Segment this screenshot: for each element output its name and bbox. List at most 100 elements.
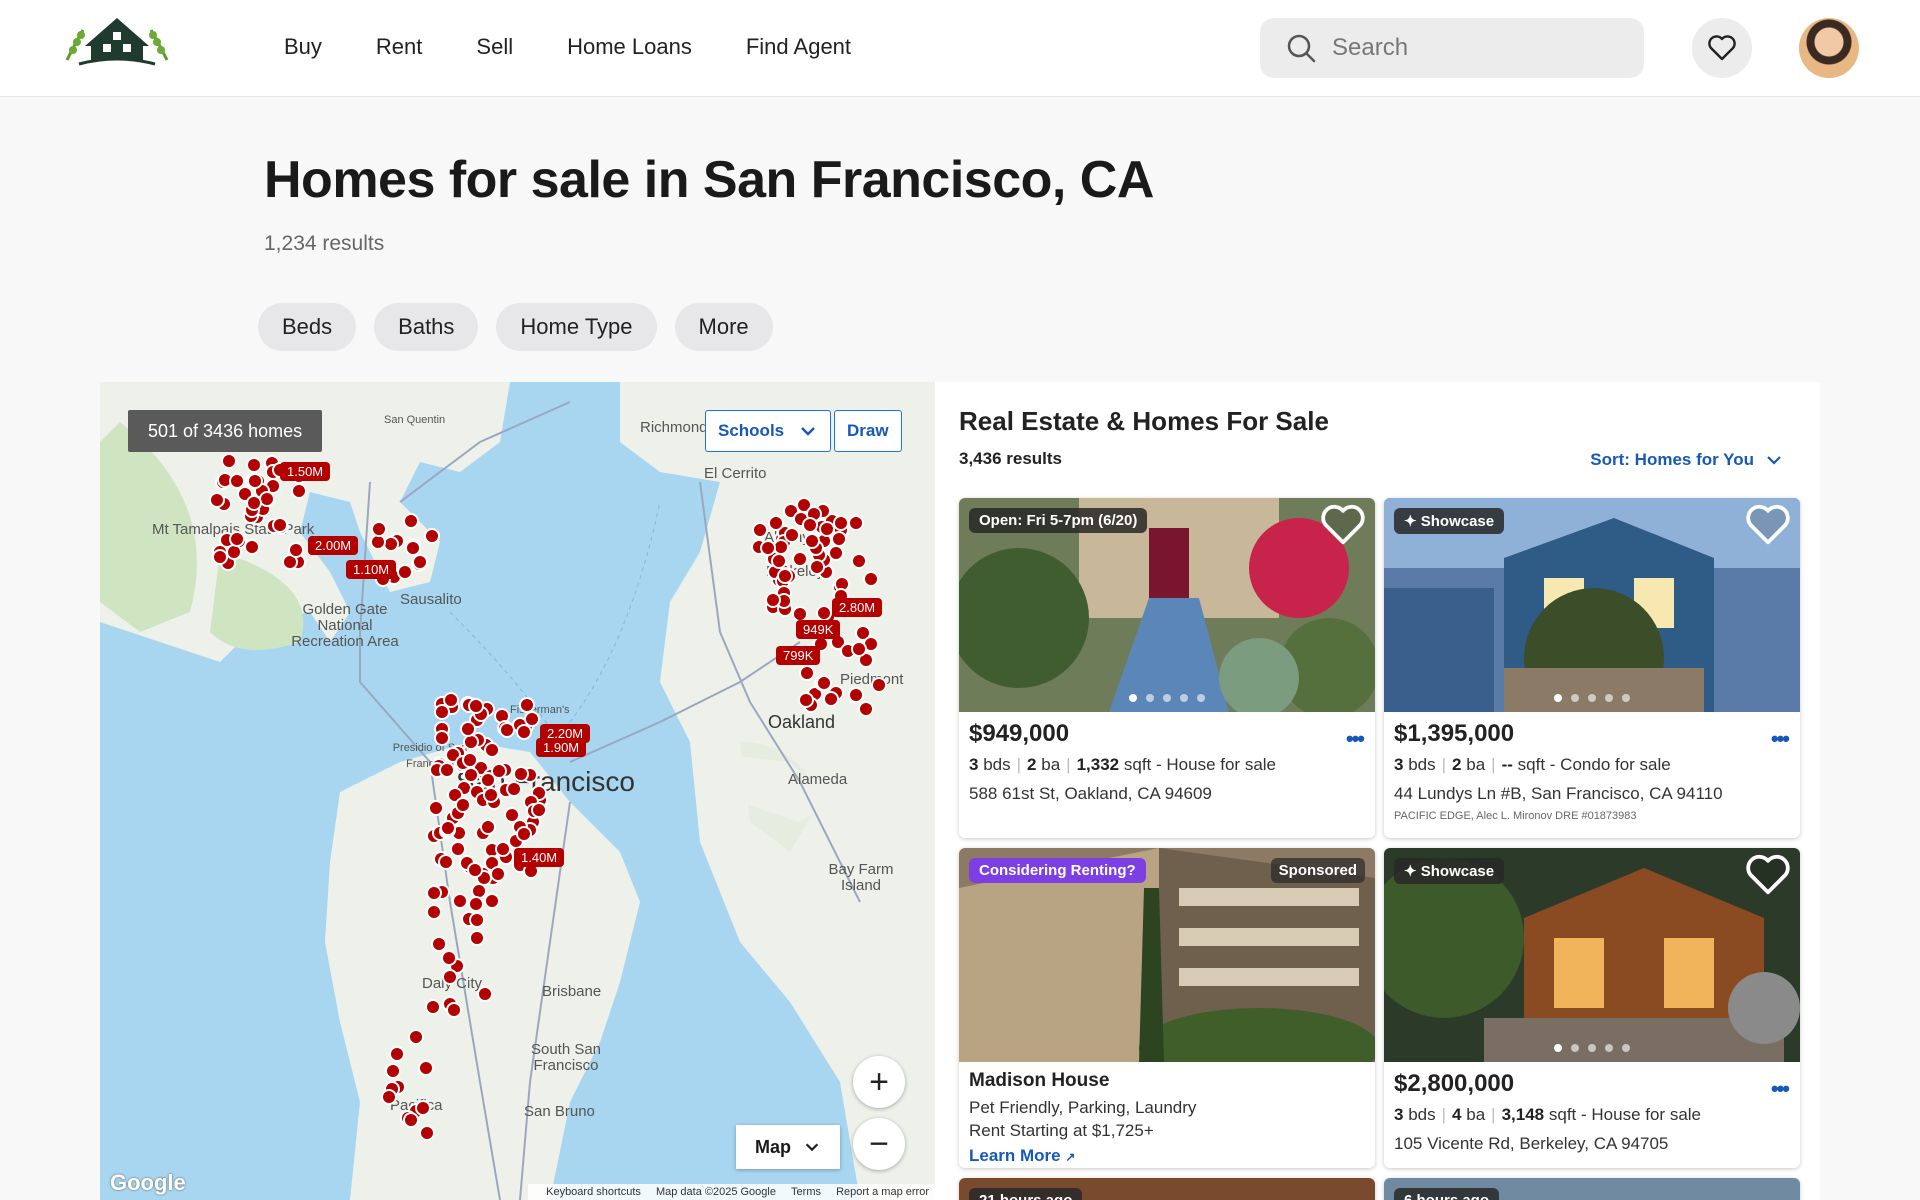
price-marker[interactable]: 1.90M [536,738,587,757]
listing-pin[interactable] [490,866,506,882]
price-marker[interactable]: 2.80M [832,598,883,617]
listing-pin[interactable] [484,742,500,758]
listing-pin[interactable] [460,721,476,737]
listing-pin[interactable] [424,528,440,544]
price-marker[interactable]: 1.10M [346,560,397,579]
listing-pin[interactable] [247,473,263,489]
listing-pin[interactable] [272,517,288,533]
nav-buy[interactable]: Buy [284,34,322,60]
listing-pin[interactable] [531,802,547,818]
listing-pin[interactable] [434,730,450,746]
price-marker[interactable]: 799K [776,646,821,665]
price-marker[interactable]: 949K [796,620,841,639]
user-avatar[interactable] [1799,18,1859,78]
learn-more-link[interactable]: Learn More ↗ [969,1146,1075,1166]
favorites-button[interactable] [1692,18,1752,78]
price-marker[interactable]: 2.00M [308,536,359,555]
listing-pin[interactable] [246,495,262,511]
listing-pin[interactable] [389,1046,405,1062]
price-marker[interactable]: 1.50M [280,462,331,481]
filter-beds[interactable]: Beds [258,303,357,351]
nav-find-agent[interactable]: Find Agent [746,34,851,60]
report-error-link[interactable]: Report a map error [836,1186,929,1198]
nav-home-loans[interactable]: Home Loans [567,34,692,60]
listing-pin[interactable] [477,986,493,1002]
listing-pin[interactable] [469,930,485,946]
price-marker[interactable]: 1.40M [514,848,565,867]
listing-pin[interactable] [408,1029,424,1045]
filter-home-type[interactable]: Home Type [496,303,657,351]
listing-pin[interactable] [428,800,444,816]
save-heart-icon[interactable] [1746,504,1790,546]
listing-pin[interactable] [816,605,832,621]
listing-pin[interactable] [491,763,507,779]
listing-pin[interactable] [506,781,522,797]
listing-pin[interactable] [381,1089,397,1105]
listing-pin[interactable] [809,559,825,575]
listing-pin[interactable] [823,691,839,707]
listing-pin[interactable] [385,1063,401,1079]
map-panel[interactable]: Mt Tamalpais State Park Golden Gate Nati… [100,382,935,1200]
listing-pin[interactable] [848,515,864,531]
listing-pin[interactable] [440,820,456,836]
listing-pin[interactable] [784,527,800,543]
listing-pin[interactable] [768,515,784,531]
listing-pin[interactable] [468,698,484,714]
listing-pin[interactable] [438,854,454,870]
listing-pin[interactable] [799,665,815,681]
listing-pin[interactable] [419,1125,435,1141]
listing-pin[interactable] [439,762,455,778]
search-input[interactable] [1330,33,1634,63]
keyboard-shortcuts-link[interactable]: Keyboard shortcuts [546,1186,641,1198]
sort-dropdown[interactable]: Sort: Homes for You [1590,450,1784,470]
listing-pin[interactable] [760,540,776,556]
listing-pin[interactable] [426,904,442,920]
listing-card[interactable]: 21 hours ago [959,1178,1375,1200]
listing-pin[interactable] [792,551,808,567]
listing-pin[interactable] [519,697,535,713]
filter-more[interactable]: More [674,303,773,351]
listing-pin[interactable] [425,999,441,1015]
sponsored-card[interactable]: Considering Renting? Sponsored Madison H… [959,848,1375,1168]
listing-pin[interactable] [469,912,485,928]
more-options-icon[interactable]: ••• [1771,726,1790,752]
listing-pin[interactable] [480,819,496,835]
listing-pin[interactable] [403,1112,419,1128]
listing-card[interactable]: ✦ Showcase $1,395,000 ••• 3 bds | 2 ba | -- … [1384,498,1800,838]
listing-pin[interactable] [221,453,237,469]
listing-address[interactable]: 105 Vicente Rd, Berkeley, CA 94705 [1394,1134,1668,1154]
schools-dropdown[interactable]: Schools [705,410,832,452]
map-type-dropdown[interactable]: Map [736,1125,840,1169]
save-heart-icon[interactable] [1321,504,1365,546]
listing-pin[interactable] [483,787,499,803]
listing-pin[interactable] [431,936,447,952]
more-options-icon[interactable]: ••• [1346,726,1365,752]
listing-pin[interactable] [804,533,820,549]
listing-pin[interactable] [403,513,419,529]
listing-pin[interactable] [397,564,413,580]
listing-pin[interactable] [831,531,847,547]
listing-pin[interactable] [434,704,450,720]
listing-pin[interactable] [246,457,262,473]
more-options-icon[interactable]: ••• [1771,1076,1790,1102]
logo[interactable] [34,0,200,80]
nav-rent[interactable]: Rent [376,34,422,60]
listing-pin[interactable] [851,553,867,569]
listing-pin[interactable] [863,571,879,587]
listing-pin[interactable] [467,862,483,878]
listing-pin[interactable] [802,517,818,533]
zoom-in-button[interactable]: + [853,1056,905,1108]
listing-pin[interactable] [516,826,532,842]
listing-pin[interactable] [858,701,874,717]
listing-pin[interactable] [468,896,484,912]
nav-sell[interactable]: Sell [476,34,513,60]
listing-pin[interactable] [499,722,515,738]
listing-pin[interactable] [291,483,307,499]
listing-pin[interactable] [484,893,500,909]
listing-pin[interactable] [229,473,245,489]
listing-pin[interactable] [415,1100,431,1116]
listing-pin[interactable] [833,515,849,531]
listing-pin[interactable] [244,539,260,555]
listing-pin[interactable] [426,885,442,901]
listing-card[interactable]: 6 hours ago [1384,1178,1800,1200]
